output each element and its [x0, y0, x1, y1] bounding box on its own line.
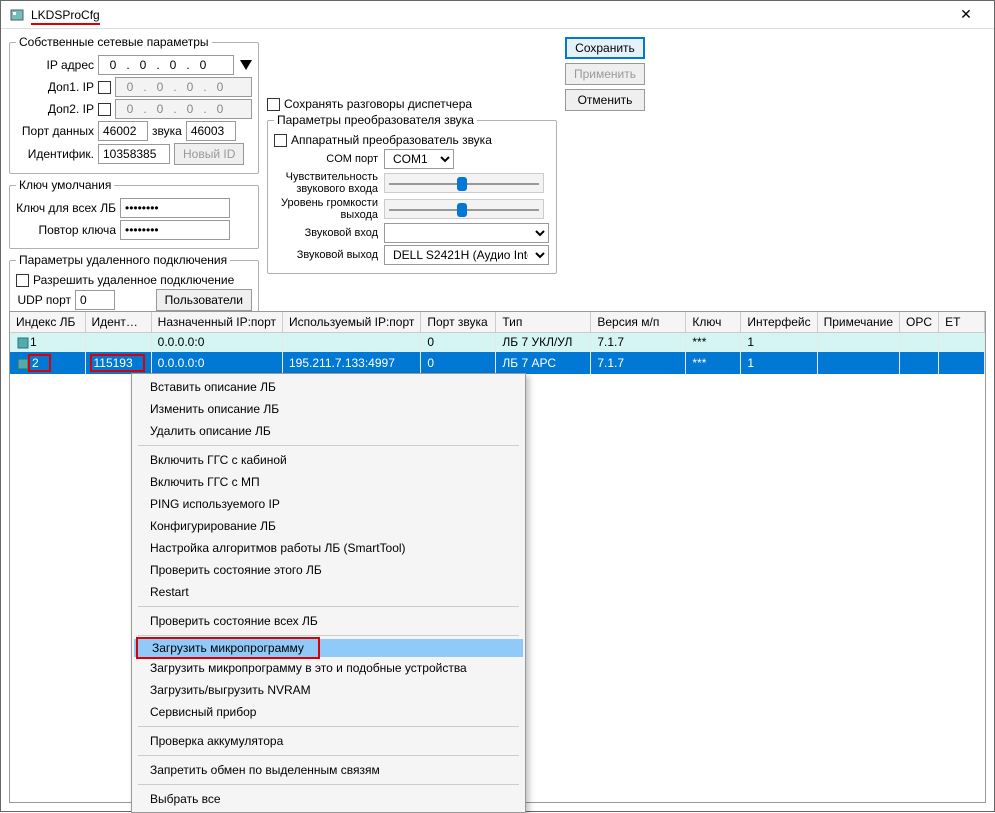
- table-header: Индекс ЛБ Идент… Назначенный IP:порт Исп…: [10, 312, 985, 333]
- title-bar: LKDSProCfg ✕: [1, 1, 994, 29]
- app-window: LKDSProCfg ✕ Собственные сетевые парамет…: [0, 0, 995, 812]
- save-button[interactable]: Сохранить: [565, 37, 645, 59]
- sensitivity-label: Чувствительность звукового входа: [274, 171, 384, 195]
- menu-item[interactable]: Проверить состояние этого ЛБ: [134, 559, 523, 581]
- window-title: LKDSProCfg: [31, 8, 946, 22]
- menu-item[interactable]: Restart: [134, 581, 523, 603]
- app-icon: [9, 7, 25, 23]
- key-all-input[interactable]: [120, 198, 230, 218]
- menu-item[interactable]: Проверка аккумулятора: [134, 730, 523, 752]
- com-port-label: COM порт: [274, 153, 384, 165]
- menu-item[interactable]: Удалить описание ЛБ: [134, 420, 523, 442]
- apply-button[interactable]: Применить: [565, 63, 645, 85]
- dop1-label: Доп1. IP: [16, 80, 94, 94]
- menu-item[interactable]: Изменить описание ЛБ: [134, 398, 523, 420]
- ident-label: Идентифик.: [16, 147, 94, 161]
- cancel-button[interactable]: Отменить: [565, 89, 645, 111]
- net-params-legend: Собственные сетевые параметры: [16, 35, 212, 49]
- ident-input[interactable]: [98, 144, 170, 164]
- key-defaults-group: Ключ умолчания Ключ для всех ЛБ Повтор к…: [9, 178, 259, 249]
- menu-item[interactable]: Выбрать все: [134, 788, 523, 810]
- remote-legend: Параметры удаленного подключения: [16, 253, 230, 267]
- menu-item[interactable]: Вставить описание ЛБ: [134, 376, 523, 398]
- ip-input[interactable]: 0. 0. 0. 0: [98, 55, 234, 75]
- hw-sound-label: Аппаратный преобразователь звука: [291, 133, 492, 147]
- dop2-ip-input: 0. 0. 0. 0: [115, 99, 252, 119]
- volume-slider[interactable]: [384, 199, 544, 219]
- menu-item[interactable]: Запретить обмен по выделенным связям: [134, 759, 523, 781]
- menu-separator: [138, 445, 519, 446]
- new-id-button[interactable]: Новый ID: [174, 143, 244, 165]
- menu-item[interactable]: Загрузить микропрограмму: [134, 639, 523, 657]
- udp-port-label: UDP порт: [16, 293, 71, 307]
- allow-remote-checkbox[interactable]: [16, 274, 29, 287]
- device-icon: [16, 336, 30, 350]
- sound-port-input[interactable]: [186, 121, 236, 141]
- menu-separator: [138, 755, 519, 756]
- dop2-label: Доп2. IP: [16, 102, 94, 116]
- data-port-input[interactable]: [98, 121, 148, 141]
- udp-port-input[interactable]: [75, 290, 115, 310]
- menu-separator: [138, 606, 519, 607]
- com-port-select[interactable]: COM1: [384, 149, 454, 169]
- menu-item[interactable]: Проверить состояние всех ЛБ: [134, 610, 523, 632]
- sound-out-label: Звуковой выход: [274, 249, 384, 261]
- dop1-checkbox[interactable]: [98, 81, 111, 94]
- menu-separator: [138, 635, 519, 636]
- top-panel: Собственные сетевые параметры IP адрес 0…: [1, 29, 994, 348]
- net-params-group: Собственные сетевые параметры IP адрес 0…: [9, 35, 259, 174]
- key-repeat-label: Повтор ключа: [16, 223, 116, 237]
- dop1-ip-input: 0. 0. 0. 0: [115, 77, 252, 97]
- sound-out-select[interactable]: DELL S2421H (Аудио Intel(R): [384, 245, 549, 265]
- sound-in-select[interactable]: [384, 223, 549, 243]
- menu-item[interactable]: Сервисный прибор: [134, 701, 523, 723]
- menu-separator: [138, 784, 519, 785]
- sensitivity-slider[interactable]: [384, 173, 544, 193]
- key-defaults-legend: Ключ умолчания: [16, 178, 114, 192]
- ip-label: IP адрес: [16, 58, 94, 72]
- menu-item[interactable]: Включить ГГС с МП: [134, 471, 523, 493]
- menu-item[interactable]: Настройка алгоритмов работы ЛБ (SmartToo…: [134, 537, 523, 559]
- allow-remote-label: Разрешить удаленное подключение: [33, 273, 234, 287]
- context-menu: Вставить описание ЛБИзменить описание ЛБ…: [131, 373, 526, 813]
- menu-item[interactable]: PING используемого IP: [134, 493, 523, 515]
- volume-label: Уровень громкости выхода: [274, 197, 384, 221]
- menu-item[interactable]: Загрузить/выгрузить NVRAM: [134, 679, 523, 701]
- hw-sound-checkbox[interactable]: [274, 134, 287, 147]
- users-button[interactable]: Пользователи: [156, 289, 252, 311]
- table-row[interactable]: 2 115193 0.0.0.0:0 195.211.7.133:4997 0 …: [10, 352, 985, 374]
- save-talk-checkbox[interactable]: [267, 98, 280, 111]
- table-row[interactable]: 1 0.0.0.0:0 0 ЛБ 7 УКЛ/УЛ 7.1.7 *** 1: [10, 333, 985, 352]
- ip-dropdown-icon[interactable]: [240, 60, 252, 70]
- menu-item[interactable]: Загрузить микропрограмму в это и подобны…: [134, 657, 523, 679]
- menu-item[interactable]: Конфигурирование ЛБ: [134, 515, 523, 537]
- data-port-label: Порт данных: [16, 124, 94, 138]
- dop2-checkbox[interactable]: [98, 103, 111, 116]
- key-repeat-input[interactable]: [120, 220, 230, 240]
- save-talk-label: Сохранять разговоры диспетчера: [284, 97, 472, 111]
- menu-separator: [138, 726, 519, 727]
- menu-item[interactable]: Включить ГГС с кабиной: [134, 449, 523, 471]
- sound-conv-group: Параметры преобразователя звука Аппаратн…: [267, 113, 557, 274]
- sound-port-label: звука: [152, 124, 182, 138]
- close-button[interactable]: ✕: [946, 6, 986, 23]
- sound-in-label: Звуковой вход: [274, 227, 384, 239]
- key-all-label: Ключ для всех ЛБ: [16, 201, 116, 215]
- sound-conv-legend: Параметры преобразователя звука: [274, 113, 477, 127]
